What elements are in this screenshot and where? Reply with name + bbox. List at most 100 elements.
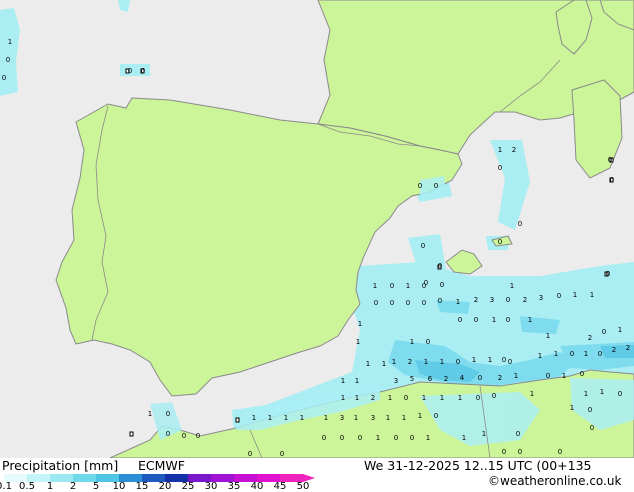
precip-value-label: 1 bbox=[462, 434, 466, 442]
precip-value-label: 0 bbox=[458, 316, 462, 324]
precip-value-label: 1 bbox=[530, 390, 534, 398]
precip-value-label: 0 bbox=[394, 434, 398, 442]
precip-value-label: 0 bbox=[390, 282, 394, 290]
precip-value-label: 1 bbox=[358, 320, 362, 328]
precip-value-label: 0 bbox=[182, 432, 186, 440]
precip-value-label: 1 bbox=[590, 291, 594, 299]
precip-value-label: 1 bbox=[402, 414, 406, 422]
precip-value-label: 1 bbox=[554, 350, 558, 358]
precip-value-label: 0 bbox=[476, 394, 480, 402]
precip-value-label: 1 bbox=[382, 360, 386, 368]
precip-value-label: 0 bbox=[456, 358, 460, 366]
precip-value-label: 1 bbox=[600, 388, 604, 396]
scale-tick-label: 0.1 bbox=[0, 481, 12, 492]
precip-value-label: 0 bbox=[410, 434, 414, 442]
precip-value-label: 1 bbox=[324, 414, 328, 422]
precip-value-label: 0 bbox=[166, 430, 170, 438]
precip-value-label: 0 bbox=[418, 182, 422, 190]
precip-value-label: 1 bbox=[388, 394, 392, 402]
precip-value-label: 0 bbox=[166, 410, 170, 418]
precip-value-label: 2 bbox=[523, 296, 527, 304]
precip-value-label: 2 bbox=[512, 146, 516, 154]
precip-value-label: 0 bbox=[598, 350, 602, 358]
precip-value-label: 2 bbox=[498, 374, 502, 382]
precip-value-label: 1 bbox=[584, 390, 588, 398]
precip-value-label: 0 bbox=[546, 372, 550, 380]
precip-value-label: 1 bbox=[354, 414, 358, 422]
legend-bar: Precipitation [mm] ECMWF We 31-12-2025 1… bbox=[0, 458, 634, 492]
precip-value-label: 0 bbox=[492, 392, 496, 400]
scale-tick-label: 0.5 bbox=[19, 481, 35, 492]
precip-value-label: 0 bbox=[518, 448, 522, 456]
precip-value-label: 0 bbox=[570, 350, 574, 358]
scale-tick-label: 20 bbox=[158, 481, 172, 492]
precip-value-label: 1 bbox=[8, 38, 12, 46]
precip-value-label: 0 bbox=[516, 430, 520, 438]
precip-value-label: 1 bbox=[510, 282, 514, 290]
precip-value-label: 0 bbox=[406, 299, 410, 307]
precip-value-label: 0 bbox=[141, 67, 145, 75]
precip-value-label: 1 bbox=[498, 146, 502, 154]
scale-tick-label: 25 bbox=[181, 481, 195, 492]
precip-value-label: 1 bbox=[472, 356, 476, 364]
precip-value-label: 1 bbox=[410, 338, 414, 346]
precip-value-label: 5 bbox=[410, 375, 414, 383]
precip-value-label: 0 bbox=[440, 281, 444, 289]
scale-tick-label: 15 bbox=[135, 481, 149, 492]
precip-value-label: 0 bbox=[280, 450, 284, 458]
precip-value-label: 1 bbox=[355, 394, 359, 402]
precip-value-label: 0 bbox=[606, 270, 610, 278]
precip-value-label: 3 bbox=[340, 414, 344, 422]
precip-value-label: 0 bbox=[478, 374, 482, 382]
precip-value-label: 0 bbox=[128, 67, 132, 75]
precip-value-label: 0 bbox=[608, 156, 612, 164]
valid-time: We 31-12-2025 12..15 UTC (00+135 bbox=[364, 458, 592, 473]
precip-value-label: 1 bbox=[284, 414, 288, 422]
precip-value-label: 1 bbox=[573, 291, 577, 299]
precip-value-label: 0 bbox=[474, 316, 478, 324]
precip-value-label: 2 bbox=[612, 346, 616, 354]
precip-value-label: 1 bbox=[376, 434, 380, 442]
credit-text[interactable]: ©weatheronline.co.uk bbox=[488, 474, 621, 488]
precip-value-label: 0 bbox=[322, 434, 326, 442]
precip-value-label: 0 bbox=[421, 242, 425, 250]
scale-tick-label: 35 bbox=[227, 481, 241, 492]
precip-value-label: 1 bbox=[546, 332, 550, 340]
precip-value-label: 1 bbox=[366, 360, 370, 368]
precip-value-label: 2 bbox=[444, 375, 448, 383]
precip-value-label: 1 bbox=[148, 410, 152, 418]
precip-value-label: 1 bbox=[406, 282, 410, 290]
precip-value-label: 1 bbox=[418, 412, 422, 420]
precip-value-label: 3 bbox=[394, 377, 398, 385]
precip-value-label: 0 bbox=[248, 450, 252, 458]
scale-tick-label: 1 bbox=[46, 481, 54, 492]
precip-value-label: 1 bbox=[355, 377, 359, 385]
precip-value-label: 2 bbox=[408, 358, 412, 366]
precip-value-label: 6 bbox=[428, 375, 433, 383]
precip-value-label: 0 bbox=[557, 292, 561, 300]
precip-value-label: 3 bbox=[539, 294, 543, 302]
precip-value-label: 4 bbox=[460, 374, 465, 382]
precip-value-label: 0 bbox=[438, 297, 442, 305]
precip-value-label: 1 bbox=[458, 394, 462, 402]
precip-value-label: 0 bbox=[502, 356, 506, 364]
precip-value-label: 2 bbox=[588, 334, 592, 342]
precip-value-label: 1 bbox=[392, 358, 396, 366]
scale-tick-label: 2 bbox=[69, 481, 77, 492]
precip-value-label: 1 bbox=[488, 356, 492, 364]
precip-value-label: 1 bbox=[570, 404, 574, 412]
precip-value-label: 1 bbox=[456, 298, 460, 306]
precip-value-label: 0 bbox=[558, 448, 562, 456]
precip-value-label: 0 bbox=[340, 434, 344, 442]
precip-value-label: 0 bbox=[610, 176, 614, 184]
precip-value-label: 3 bbox=[371, 414, 375, 422]
precip-value-label: 1 bbox=[386, 414, 390, 422]
precip-value-label: 0 bbox=[502, 448, 506, 456]
precip-value-label: 0 bbox=[422, 282, 426, 290]
precip-value-label: 0 bbox=[374, 299, 378, 307]
precip-value-label: 2 bbox=[626, 344, 630, 352]
precip-value-label: 0 bbox=[404, 394, 408, 402]
precip-value-label: 1 bbox=[482, 430, 486, 438]
legend-title: Precipitation [mm] bbox=[2, 458, 119, 473]
precip-value-label: 0 bbox=[498, 164, 502, 172]
